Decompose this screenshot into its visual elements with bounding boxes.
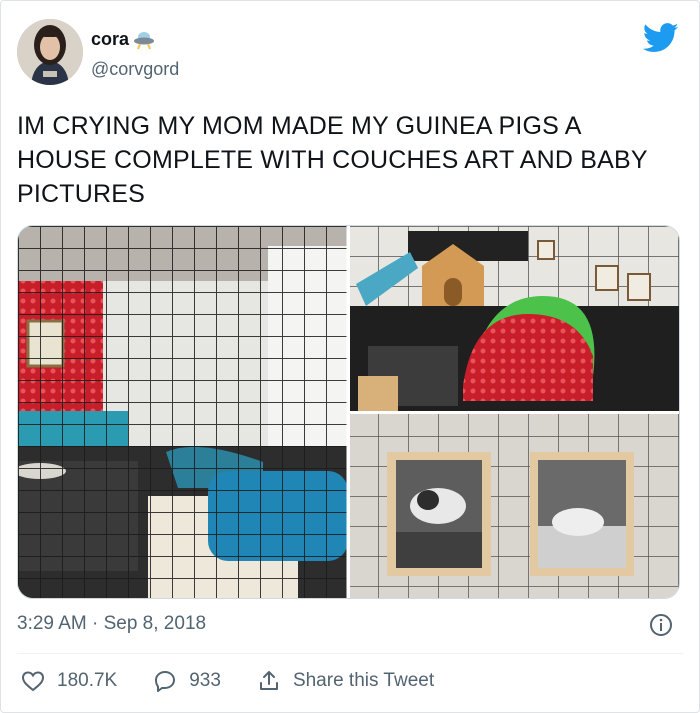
- share-icon: [259, 671, 278, 690]
- reply-button[interactable]: 933: [153, 669, 221, 693]
- like-count: 180.7K: [57, 670, 118, 691]
- display-name[interactable]: cora: [91, 29, 129, 50]
- info-icon[interactable]: [649, 613, 673, 637]
- tweet-media-grid[interactable]: [17, 225, 680, 599]
- share-button[interactable]: Share this Tweet: [257, 669, 434, 693]
- photo-cage-overview[interactable]: [350, 226, 679, 411]
- photo-baby-pictures[interactable]: [350, 414, 679, 598]
- tweet-card: cora @corvgord IM CRYING MY MOM MADE MY …: [0, 0, 700, 713]
- ufo-emoji-icon: [134, 31, 155, 49]
- like-button[interactable]: 180.7K: [21, 669, 117, 693]
- photo-cage-room[interactable]: [18, 226, 348, 598]
- share-label: Share this Tweet: [292, 670, 435, 691]
- divider: [17, 653, 683, 654]
- heart-icon: [21, 671, 45, 692]
- reply-icon: [155, 671, 176, 692]
- twitter-bird-icon[interactable]: [643, 23, 679, 53]
- avatar[interactable]: [17, 19, 83, 85]
- tweet-timestamp[interactable]: 3:29 AM · Sep 8, 2018: [17, 613, 206, 635]
- reply-count: 933: [189, 670, 221, 691]
- user-handle[interactable]: @corvgord: [91, 59, 179, 80]
- tweet-text: IM CRYING MY MOM MADE MY GUINEA PIGS A H…: [17, 112, 648, 208]
